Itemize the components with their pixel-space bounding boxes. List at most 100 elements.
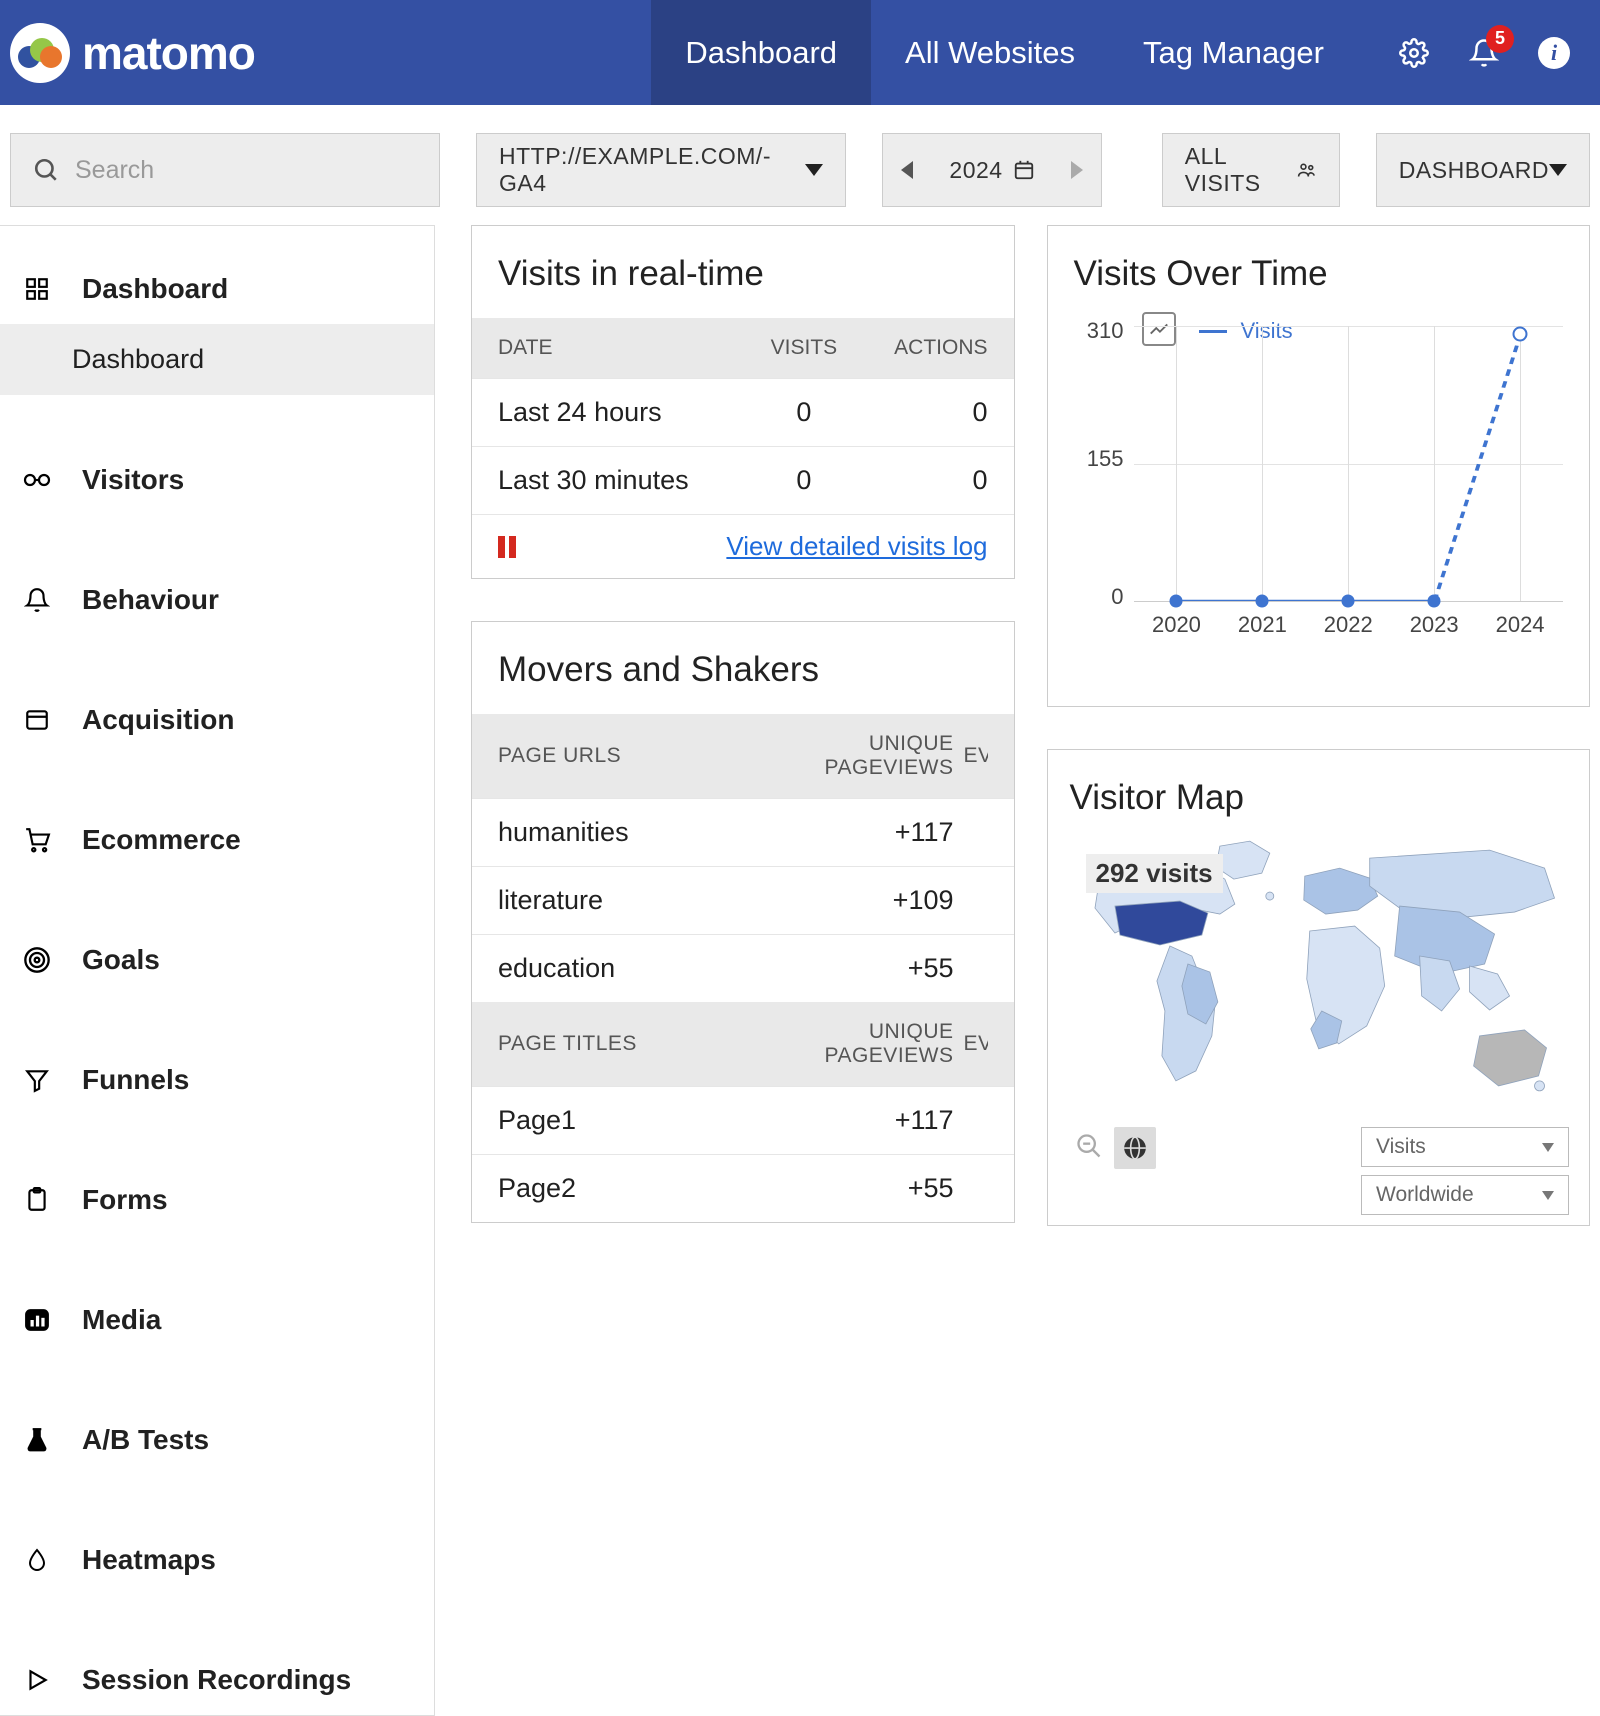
brand-name: matomo	[82, 26, 255, 80]
date-selector[interactable]: 2024	[882, 133, 1102, 207]
th-page-urls: PAGE URLS	[498, 744, 736, 768]
table-row[interactable]: Page2+55	[472, 1154, 1014, 1222]
th-extra: EV	[964, 744, 988, 768]
sidebar-item-session-recordings[interactable]: Session Recordings	[0, 1645, 434, 1715]
sidebar-item-funnels[interactable]: Funnels	[0, 1045, 434, 1115]
ytick: 155	[1074, 446, 1124, 472]
date-value: 2024	[949, 157, 1002, 184]
date-prev-button[interactable]	[883, 134, 931, 206]
view-visits-log-link[interactable]: View detailed visits log	[726, 531, 987, 562]
map-controls: Visits Worldwide	[1070, 1127, 1570, 1215]
search-box[interactable]	[10, 133, 440, 207]
segment-label: ALL VISITS	[1185, 143, 1286, 197]
chevron-down-icon	[805, 164, 823, 176]
search-icon	[33, 157, 59, 183]
site-selector[interactable]: HTTP://EXAMPLE.COM/- GA4	[476, 133, 846, 207]
chevron-down-icon	[1542, 1191, 1554, 1200]
table-row[interactable]: education+55	[472, 934, 1014, 1002]
sidebar-item-label: Visitors	[82, 464, 184, 496]
xtick: 2023	[1391, 612, 1477, 638]
sidebar-item-label: Goals	[82, 944, 160, 976]
chevron-down-icon	[1542, 1143, 1554, 1152]
topnav-links: Dashboard All Websites Tag Manager	[651, 0, 1358, 105]
table-row[interactable]: humanities+117	[472, 798, 1014, 866]
map-area[interactable]: 292 visits	[1070, 826, 1570, 1121]
flask-icon	[20, 1423, 54, 1457]
th-unique-pageviews: UNIQUE PAGEVIEWS	[746, 1020, 954, 1068]
date-next-button[interactable]	[1053, 134, 1101, 206]
logo[interactable]: matomo	[10, 23, 255, 83]
cell-date: Last 24 hours	[498, 397, 743, 428]
zoom-out-button[interactable]	[1070, 1127, 1108, 1165]
table-row[interactable]: literature+109	[472, 866, 1014, 934]
sidebar-item-media[interactable]: Media	[0, 1285, 434, 1355]
visitors-icon	[20, 463, 54, 497]
cell-actions: 0	[865, 397, 987, 428]
data-point[interactable]	[1170, 595, 1183, 608]
topnav-all-websites[interactable]: All Websites	[871, 0, 1109, 105]
notifications-icon[interactable]: 5	[1468, 37, 1500, 69]
sidebar-item-label: Acquisition	[82, 704, 234, 736]
map-visits-badge: 292 visits	[1086, 854, 1223, 893]
data-point[interactable]	[1342, 595, 1355, 608]
notification-badge: 5	[1486, 25, 1514, 53]
dashboard-selector-label: DASHBOARD	[1399, 157, 1549, 184]
main-layout: Dashboard Dashboard Visitors Behaviour A…	[0, 225, 1600, 1716]
xtick: 2024	[1477, 612, 1563, 638]
bell-icon	[20, 583, 54, 617]
info-icon[interactable]: i	[1538, 37, 1570, 69]
topnav-tag-manager[interactable]: Tag Manager	[1109, 0, 1358, 105]
xtick: 2021	[1219, 612, 1305, 638]
sidebar-item-label: Dashboard	[82, 273, 228, 305]
calendar-icon	[1013, 159, 1035, 181]
sidebar-item-visitors[interactable]: Visitors	[0, 445, 434, 515]
search-input[interactable]	[75, 156, 417, 185]
sidebar-item-label: Behaviour	[82, 584, 219, 616]
chart-plot[interactable]	[1134, 326, 1564, 602]
sidebar-item-label: A/B Tests	[82, 1424, 209, 1456]
fullscreen-map-button[interactable]	[1114, 1127, 1156, 1169]
map-metric-label: Visits	[1376, 1135, 1426, 1159]
topnav-dashboard[interactable]: Dashboard	[651, 0, 871, 105]
sidebar: Dashboard Dashboard Visitors Behaviour A…	[0, 225, 435, 1716]
widget-visitor-map: Visitor Map 292 visits	[1047, 749, 1591, 1226]
th-date: DATE	[498, 336, 743, 360]
sidebar-item-label: Session Recordings	[82, 1664, 351, 1696]
data-point[interactable]	[1428, 595, 1441, 608]
widget-footer: View detailed visits log	[472, 514, 1014, 578]
sidebar-item-label: Heatmaps	[82, 1544, 216, 1576]
sidebar-item-dashboard[interactable]: Dashboard	[0, 254, 434, 324]
pause-icon[interactable]	[498, 536, 516, 558]
sidebar-item-behaviour[interactable]: Behaviour	[0, 565, 434, 635]
sidebar-item-label: Media	[82, 1304, 161, 1336]
sidebar-item-label: Forms	[82, 1184, 168, 1216]
segment-selector[interactable]: ALL VISITS	[1162, 133, 1340, 207]
th-page-titles: PAGE TITLES	[498, 1032, 736, 1056]
table-header: PAGE TITLES UNIQUE PAGEVIEWS EV	[472, 1002, 1014, 1086]
sidebar-sub-dashboard[interactable]: Dashboard	[0, 324, 434, 395]
data-point[interactable]	[1513, 327, 1528, 342]
controls-row: HTTP://EXAMPLE.COM/- GA4 2024 ALL VISITS…	[0, 105, 1600, 225]
table-row[interactable]: Page1+117	[472, 1086, 1014, 1154]
data-point[interactable]	[1256, 595, 1269, 608]
sidebar-item-heatmaps[interactable]: Heatmaps	[0, 1525, 434, 1595]
map-metric-select[interactable]: Visits	[1361, 1127, 1569, 1167]
widget-title: Visits in real-time	[472, 226, 1014, 318]
sidebar-item-ecommerce[interactable]: Ecommerce	[0, 805, 434, 875]
sidebar-item-forms[interactable]: Forms	[0, 1165, 434, 1235]
settings-icon[interactable]	[1398, 37, 1430, 69]
clipboard-icon	[20, 1183, 54, 1217]
map-region-select[interactable]: Worldwide	[1361, 1175, 1569, 1215]
ytick: 0	[1074, 584, 1124, 610]
sidebar-item-label: Funnels	[82, 1064, 189, 1096]
sidebar-item-abtests[interactable]: A/B Tests	[0, 1405, 434, 1475]
dashboard-selector[interactable]: DASHBOARD	[1376, 133, 1590, 207]
ytick: 310	[1074, 318, 1124, 344]
widget-realtime: Visits in real-time DATE VISITS ACTIONS …	[471, 225, 1015, 579]
widget-title: Visitor Map	[1070, 778, 1570, 826]
sidebar-item-goals[interactable]: Goals	[0, 925, 434, 995]
chevron-down-icon	[1549, 164, 1567, 176]
cell-visits: 0	[743, 465, 865, 496]
widget-visits-over-time: Visits Over Time Visits 310 155 0	[1047, 225, 1591, 707]
sidebar-item-acquisition[interactable]: Acquisition	[0, 685, 434, 755]
